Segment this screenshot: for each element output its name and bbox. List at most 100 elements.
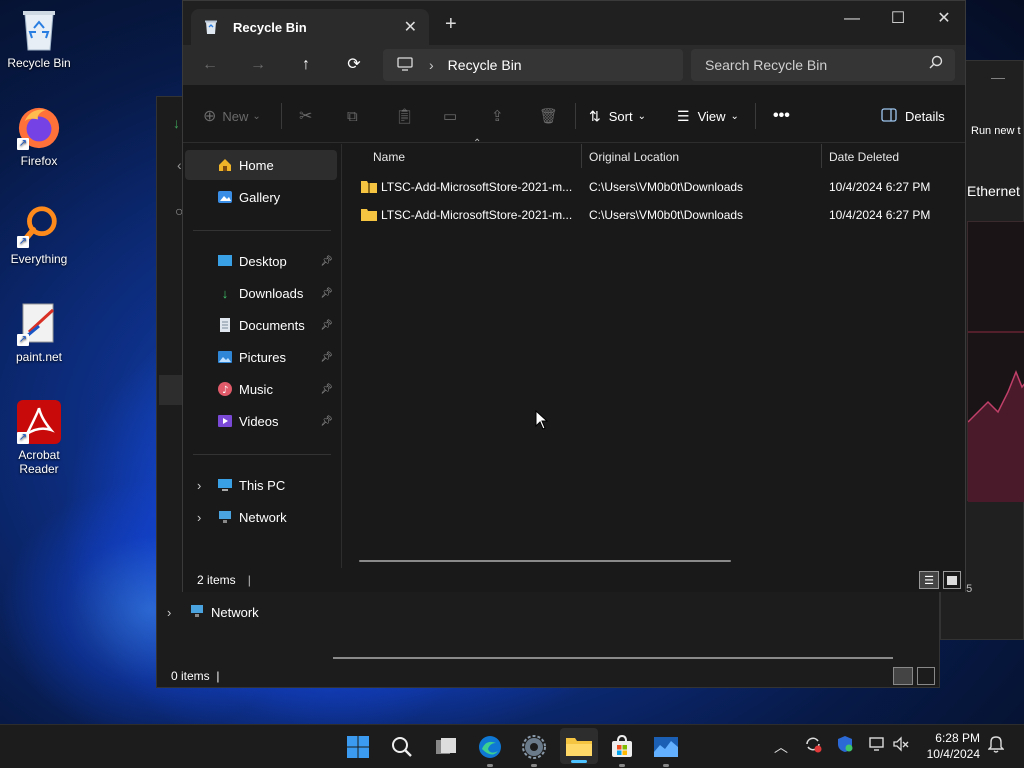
- show-hidden-icons-chevron-icon[interactable]: ︿: [774, 737, 788, 757]
- maximize-button[interactable]: ☐: [875, 5, 921, 33]
- close-tab-icon[interactable]: ✕: [404, 17, 417, 37]
- pane-divider[interactable]: [341, 144, 342, 568]
- details-label: Details: [905, 108, 945, 124]
- settings-taskbar-icon[interactable]: [520, 733, 548, 767]
- sidebar-item-home[interactable]: Home: [185, 150, 337, 180]
- notification-bell-icon[interactable]: [987, 735, 1005, 756]
- status-item-count: 0 items |: [171, 669, 220, 683]
- expand-chevron-icon[interactable]: ›: [167, 605, 171, 620]
- sidebar-item-music[interactable]: ♪ Music 📌︎: [185, 374, 337, 404]
- tiles-view-icon[interactable]: [917, 667, 935, 685]
- sidebar-item-network[interactable]: Network: [189, 603, 259, 622]
- copy-button[interactable]: ⧉: [347, 105, 358, 127]
- sidebar-item-downloads[interactable]: ↓ Downloads 📌︎: [185, 278, 337, 308]
- file-list[interactable]: ⌃ Name Original Location Date Deleted LT…: [343, 138, 965, 568]
- view-button[interactable]: ☰ View ⌄: [677, 105, 739, 127]
- sidebar-item-this-pc[interactable]: › This PC: [185, 470, 337, 500]
- clock-date: 10/4/2024: [926, 747, 980, 761]
- pin-icon[interactable]: 📌︎: [320, 288, 333, 299]
- more-options-button[interactable]: •••: [773, 105, 790, 127]
- pin-icon[interactable]: 📌︎: [320, 384, 333, 395]
- start-button[interactable]: [344, 733, 372, 761]
- sidebar-item-label: Downloads: [239, 285, 304, 301]
- horizontal-scrollbar[interactable]: [359, 560, 731, 562]
- desktop-icon-label: Firefox: [20, 154, 58, 168]
- address-bar[interactable]: › Recycle Bin: [383, 49, 683, 81]
- network-status-icon[interactable]: [868, 735, 886, 756]
- desktop-icon-label: Everything: [10, 252, 68, 266]
- sidebar-item-network[interactable]: › Network: [185, 502, 337, 532]
- column-separator[interactable]: [821, 144, 822, 168]
- forward-button[interactable]: →: [243, 53, 273, 77]
- refresh-button[interactable]: ⟳: [339, 53, 369, 77]
- column-header-date-deleted[interactable]: Date Deleted: [829, 144, 899, 170]
- pin-icon[interactable]: 📌︎: [320, 416, 333, 427]
- command-bar: ⊕ New ⌄ ✂ ⧉ 📋︎ ▭ ⇪ 🗑︎ ⇅ Sort ⌄ ☰ View ⌄ …: [183, 89, 965, 143]
- edge-taskbar-icon[interactable]: [476, 733, 504, 767]
- search-placeholder: Search Recycle Bin: [705, 57, 828, 73]
- share-button[interactable]: ⇪: [491, 105, 504, 127]
- sidebar-item-label: Music: [239, 381, 273, 397]
- desktop-icon-paintnet[interactable]: ↗ paint.net: [4, 302, 74, 364]
- defender-shield-icon[interactable]: [836, 735, 854, 756]
- expand-chevron-icon[interactable]: ›: [197, 510, 201, 525]
- paste-button[interactable]: 📋︎: [395, 105, 414, 127]
- acrobat-icon: ↗: [17, 400, 61, 444]
- up-button[interactable]: ↑: [291, 53, 321, 77]
- system-clock[interactable]: 6:28 PM 10/4/2024: [927, 730, 980, 762]
- task-view-button[interactable]: [432, 733, 460, 761]
- task-manager-taskbar-icon[interactable]: [652, 733, 680, 767]
- pin-icon[interactable]: 📌︎: [320, 320, 333, 331]
- back-button[interactable]: ←: [195, 53, 225, 77]
- tab-title: Recycle Bin: [233, 19, 307, 35]
- minimize-button[interactable]: —: [829, 5, 875, 33]
- sidebar-item-documents[interactable]: Documents 📌︎: [185, 310, 337, 340]
- title-bar[interactable]: Recycle Bin ✕ + — ☐ ✕: [183, 1, 965, 45]
- new-tab-button[interactable]: +: [445, 13, 457, 36]
- expand-chevron-icon[interactable]: ›: [197, 478, 201, 493]
- breadcrumb-recycle-bin[interactable]: Recycle Bin: [448, 57, 522, 73]
- column-header-original-location[interactable]: Original Location: [589, 144, 679, 170]
- details-pane-button[interactable]: Details: [881, 105, 945, 127]
- separator: [193, 230, 331, 231]
- desktop-icon-recycle-bin[interactable]: Recycle Bin: [4, 8, 74, 70]
- sidebar-item-desktop[interactable]: Desktop 📌︎: [185, 246, 337, 276]
- column-separator[interactable]: [581, 144, 582, 168]
- table-row[interactable]: LTSC-Add-MicrosoftStore-2021-m... C:\Use…: [357, 174, 957, 200]
- close-window-button[interactable]: ✕: [921, 5, 967, 33]
- file-explorer-taskbar-icon[interactable]: [560, 728, 598, 764]
- volume-muted-icon[interactable]: [892, 735, 910, 756]
- navigation-bar: ← → ↑ ⟳ › Recycle Bin Search Recycle Bin: [183, 45, 965, 85]
- network-graph: [967, 221, 1024, 502]
- rename-button[interactable]: ▭: [443, 105, 457, 127]
- file-name: LTSC-Add-MicrosoftStore-2021-m...: [381, 208, 573, 222]
- details-view-icon[interactable]: [893, 667, 913, 685]
- run-new-task-label[interactable]: Run new t: [971, 125, 1021, 137]
- desktop-icon-firefox[interactable]: ↗ Firefox: [4, 106, 74, 168]
- sync-error-icon[interactable]: [804, 735, 822, 756]
- taskbar: ︿ 6:28 PM 10/4/2024: [0, 724, 1024, 768]
- pin-icon[interactable]: 📌︎: [320, 256, 333, 267]
- separator: [193, 454, 331, 455]
- tiles-view-icon[interactable]: [943, 571, 961, 589]
- microsoft-store-taskbar-icon[interactable]: [608, 733, 636, 767]
- sort-button[interactable]: ⇅ Sort ⌄: [589, 105, 646, 127]
- new-button[interactable]: ⊕ New ⌄: [203, 105, 261, 127]
- tab-recycle-bin[interactable]: Recycle Bin ✕: [191, 9, 429, 45]
- desktop-icon-acrobat[interactable]: ↗ Acrobat Reader: [4, 400, 74, 476]
- horizontal-scrollbar[interactable]: [333, 657, 893, 659]
- sidebar-item-videos[interactable]: Videos 📌︎: [185, 406, 337, 436]
- table-row[interactable]: LTSC-Add-MicrosoftStore-2021-m... C:\Use…: [357, 202, 957, 228]
- explorer-window[interactable]: Recycle Bin ✕ + — ☐ ✕ ← → ↑ ⟳ › Recycle …: [182, 0, 966, 592]
- search-input[interactable]: Search Recycle Bin: [691, 49, 955, 81]
- pin-icon[interactable]: 📌︎: [320, 352, 333, 363]
- search-button[interactable]: [388, 733, 416, 761]
- sidebar-item-pictures[interactable]: Pictures 📌︎: [185, 342, 337, 372]
- desktop-icon-everything[interactable]: ↗ Everything: [4, 204, 74, 266]
- delete-button[interactable]: 🗑︎: [539, 105, 558, 127]
- sidebar-item-gallery[interactable]: Gallery: [185, 182, 337, 212]
- details-view-icon[interactable]: ☰: [919, 571, 939, 589]
- cut-button[interactable]: ✂: [299, 105, 312, 127]
- desktop-icon-label: paint.net: [15, 350, 63, 364]
- column-header-name[interactable]: Name: [373, 144, 405, 170]
